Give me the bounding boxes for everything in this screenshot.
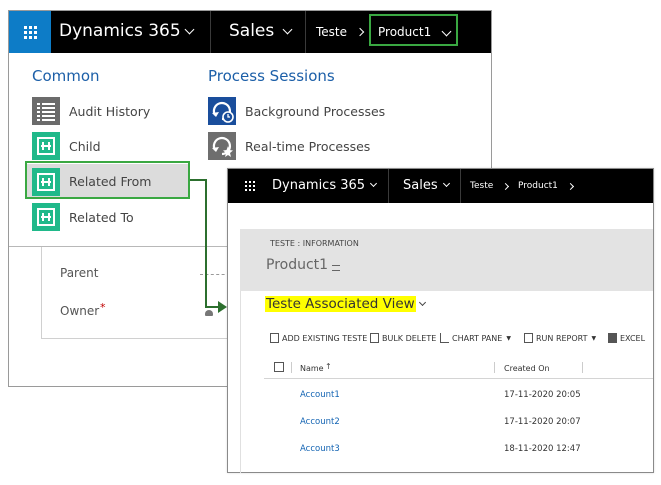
menu-item-child[interactable]: Child <box>32 130 101 162</box>
entity-icon <box>32 132 60 160</box>
entity-icon <box>32 203 60 231</box>
breadcrumb-record[interactable]: Product1 <box>518 181 558 191</box>
chart-pane-button[interactable]: CHART PANE ▼ <box>440 333 511 343</box>
export-excel-button[interactable]: EXCEL <box>608 333 645 343</box>
realtime-process-icon <box>208 132 236 160</box>
app-launcher-button[interactable] <box>235 169 265 203</box>
command-label: BULK DELETE <box>382 333 437 343</box>
command-label: ADD EXISTING TESTE <box>282 333 368 343</box>
entity-header-label: TESTE : INFORMATION <box>270 239 359 248</box>
front-window: Dynamics 365 Sales Teste Product1 TESTE … <box>227 168 654 473</box>
record-link[interactable]: Account3 <box>300 444 340 454</box>
app-chevron-down-icon[interactable] <box>184 24 195 35</box>
select-all-checkbox[interactable] <box>274 362 284 372</box>
nav-divider <box>388 169 389 203</box>
front-nav-bar: Dynamics 365 Sales Teste Product1 <box>228 169 653 203</box>
command-label: EXCEL <box>620 333 646 343</box>
column-header-created-on[interactable]: Created On <box>504 364 550 373</box>
background-process-icon <box>208 97 236 125</box>
parent-label: Parent <box>60 266 99 280</box>
table-row[interactable]: Account3 18-11-2020 12:47 <box>228 436 655 463</box>
run-report-button[interactable]: RUN REPORT ▼ <box>524 333 596 343</box>
owner-label: Owner <box>60 304 100 318</box>
table-row[interactable]: Account2 17-11-2020 20:07 <box>228 409 655 436</box>
record-link[interactable]: Account2 <box>300 417 340 427</box>
chart-pane-dropdown-icon: ▼ <box>506 334 511 342</box>
created-on-cell: 17-11-2020 20:07 <box>504 417 581 427</box>
process-sessions-heading: Process Sessions <box>208 67 335 85</box>
add-existing-icon <box>270 333 279 343</box>
menu-item-realtime-processes[interactable]: Real-time Processes <box>208 130 370 162</box>
bulk-delete-icon <box>370 333 379 343</box>
bulk-delete-button[interactable]: BULK DELETE <box>370 333 436 343</box>
breadcrumb-entity[interactable]: Teste <box>316 25 347 39</box>
view-selector[interactable]: Teste Associated View <box>265 296 416 312</box>
command-label: RUN REPORT <box>536 333 588 343</box>
app-title[interactable]: Dynamics 365 <box>272 178 365 193</box>
nav-divider <box>210 11 211 53</box>
column-divider <box>582 362 583 373</box>
app-launcher-button[interactable] <box>9 11 51 53</box>
add-existing-button[interactable]: ADD EXISTING TESTE <box>270 333 367 343</box>
menu-item-label: Related To <box>69 209 134 225</box>
run-report-icon <box>524 333 533 343</box>
audit-history-icon <box>32 97 60 125</box>
column-header-name[interactable]: Name <box>300 364 324 373</box>
left-gutter <box>240 291 241 473</box>
menu-item-background-processes[interactable]: Background Processes <box>208 95 385 127</box>
record-menu-icon[interactable] <box>332 265 340 271</box>
menu-item-label: Audit History <box>69 103 151 119</box>
app-title[interactable]: Dynamics 365 <box>59 21 181 41</box>
excel-icon <box>608 333 617 343</box>
product1-highlight <box>369 14 458 46</box>
breadcrumb-chevron-right-icon <box>501 182 510 191</box>
table-row[interactable]: Account1 17-11-2020 20:05 <box>228 382 655 409</box>
nav-divider <box>305 11 306 53</box>
required-asterisk: * <box>100 301 106 314</box>
menu-item-audit-history[interactable]: Audit History <box>32 95 150 127</box>
area-title[interactable]: Sales <box>229 21 274 41</box>
nav-divider <box>460 169 461 203</box>
menu-item-related-to[interactable]: Related To <box>32 201 134 233</box>
area-title[interactable]: Sales <box>403 178 438 193</box>
created-on-cell: 18-11-2020 12:47 <box>504 444 581 454</box>
command-label: CHART PANE <box>452 333 503 343</box>
created-on-cell: 17-11-2020 20:05 <box>504 390 581 400</box>
area-chevron-down-icon[interactable] <box>282 24 293 35</box>
record-link[interactable]: Account1 <box>300 390 340 400</box>
chart-pane-icon <box>440 333 449 343</box>
waffle-icon <box>23 25 37 39</box>
area-chevron-down-icon[interactable] <box>442 179 451 188</box>
app-chevron-down-icon[interactable] <box>369 179 378 188</box>
menu-item-label: Background Processes <box>245 103 386 119</box>
sort-ascending-icon: ↑ <box>325 362 332 371</box>
breadcrumb-chevron-right-icon <box>355 27 365 37</box>
record-chevron-right-icon[interactable] <box>566 182 575 191</box>
record-name: Product1 <box>266 257 329 273</box>
related-from-highlight <box>25 161 190 199</box>
menu-item-label: Child <box>69 138 101 154</box>
common-heading: Common <box>32 67 100 85</box>
view-chevron-down-icon[interactable] <box>418 298 427 307</box>
breadcrumb-entity[interactable]: Teste <box>470 181 493 191</box>
run-report-dropdown-icon: ▼ <box>591 334 597 342</box>
menu-item-label: Real-time Processes <box>245 138 371 154</box>
waffle-icon <box>245 181 255 191</box>
column-divider <box>494 362 495 373</box>
column-divider <box>291 362 292 373</box>
